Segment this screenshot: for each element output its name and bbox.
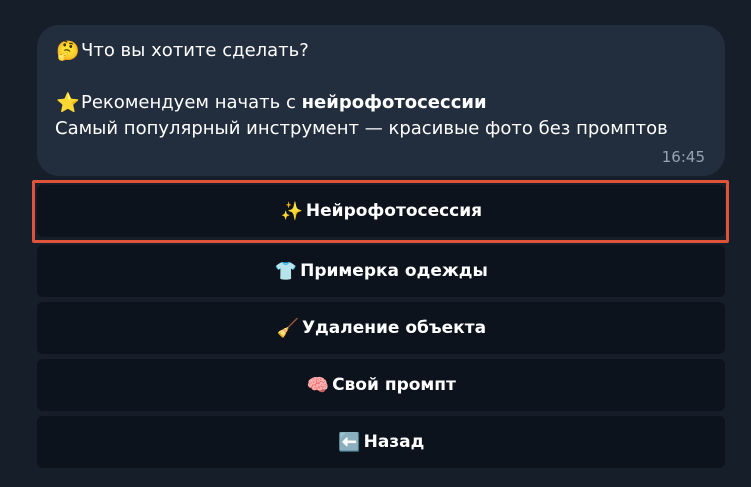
chat-window: 🤔Что вы хотите сделать? ⭐Рекомендуем нач…	[0, 0, 751, 487]
button-label: Нейрофотосессия	[305, 201, 483, 221]
remove-object-button[interactable]: 🧹 Удаление объекта	[37, 302, 725, 354]
left-arrow-icon: ⬅️	[338, 431, 361, 453]
recommend-bold-text: нейрофотосессии	[301, 92, 487, 113]
question-line: 🤔Что вы хотите сделать?	[55, 38, 707, 64]
description-line: Самый популярный инструмент — красивые ф…	[55, 118, 668, 139]
sparkles-icon: ✨	[280, 200, 304, 222]
button-label: Назад	[363, 432, 425, 452]
custom-prompt-button[interactable]: 🧠 Свой промпт	[37, 359, 725, 411]
button-label: Свой промпт	[332, 375, 456, 395]
broom-icon: 🧹	[276, 317, 300, 339]
clothes-tryon-button[interactable]: 👕 Примерка одежды	[37, 245, 725, 297]
recommend-line: ⭐Рекомендуем начать с нейрофотосессии	[55, 90, 707, 116]
thinking-face-icon: 🤔	[56, 40, 80, 62]
neurophotosession-button[interactable]: ✨ Нейрофотосессия	[37, 185, 725, 237]
message-timestamp: 16:45	[661, 148, 705, 166]
brain-icon: 🧠	[306, 374, 330, 396]
button-label: Примерка одежды	[300, 261, 488, 281]
question-text: Что вы хотите сделать?	[81, 40, 309, 61]
button-label: Удаление объекта	[301, 318, 487, 338]
star-icon: ⭐	[56, 92, 80, 114]
recommend-text: Рекомендуем начать с	[81, 92, 302, 113]
shirt-icon: 👕	[274, 260, 298, 282]
back-button[interactable]: ⬅️ Назад	[37, 416, 725, 468]
bot-message-bubble: 🤔Что вы хотите сделать? ⭐Рекомендуем нач…	[37, 25, 725, 176]
